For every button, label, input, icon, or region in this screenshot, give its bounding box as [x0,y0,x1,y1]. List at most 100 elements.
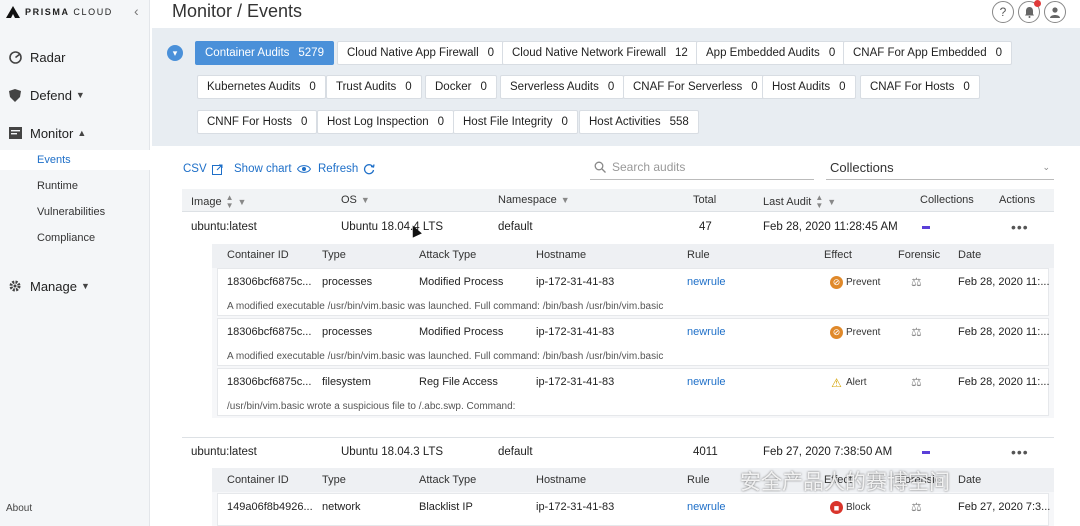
filter-chip[interactable]: CNAF For Hosts 0 [860,75,980,99]
group-total: 47 [699,221,712,233]
filter-chip[interactable]: Host Audits 0 [762,75,856,99]
search-audits-input[interactable] [612,160,802,174]
event-container-id[interactable]: 18306bcf6875c... [227,326,311,338]
filter-icon[interactable]: ▼ [561,195,570,205]
sidebar-item-events[interactable]: Events [37,151,71,169]
monitor-icon [0,127,30,139]
filter-chip[interactable]: Host File Integrity 0 [453,110,578,134]
filter-chip-count: 0 [751,81,758,93]
event-effect: ■ Block [830,501,870,514]
filter-chip[interactable]: Host Activities 558 [579,110,699,134]
sidebar-item-runtime[interactable]: Runtime [37,177,78,195]
event-container-id[interactable]: 149a06f8b4926... [227,501,313,513]
column-os[interactable]: OS ▼ [341,194,370,206]
user-avatar-icon[interactable] [1044,1,1066,23]
nav-manage[interactable]: Manage ▼ [0,275,150,297]
event-container-id[interactable]: 18306bcf6875c... [227,376,311,388]
nav-radar[interactable]: Radar [0,46,150,68]
filter-chip-count: 0 [437,116,445,128]
more-actions-icon[interactable]: ••• [1011,219,1029,235]
refresh-icon [364,164,375,175]
show-chart-button[interactable]: Show chart [234,163,311,175]
filter-chip-count: 12 [675,47,688,59]
filter-chip-count: 0 [309,81,316,93]
csv-export-button[interactable]: CSV [183,163,223,175]
column-image[interactable]: Image ▲ ▼ ▼ [191,194,246,210]
filter-chip[interactable]: Host Log Inspection 0 [317,110,455,134]
nav-monitor[interactable]: Monitor ▲ [0,122,150,144]
filter-chip-count: 5279 [298,47,324,59]
forensic-icon[interactable]: ⚖ [911,375,922,389]
sidebar: PRISMA CLOUD ‹ Radar Defend ▼ Monitor ▲ … [0,0,150,526]
event-rule-link[interactable]: newrule [687,501,726,513]
filter-chip[interactable]: Cloud Native App Firewall 0 [337,41,505,65]
collections-dropdown[interactable]: Collections ⌄ [826,155,1054,180]
filter-chip-count: 0 [480,81,487,93]
sort-icon[interactable]: ▲ ▼ [815,194,823,210]
subcol-rule: Rule [687,474,710,486]
sidebar-item-vulnerabilities[interactable]: Vulnerabilities [37,203,105,221]
filter-chip[interactable]: CNAF For App Embedded 0 [843,41,1012,65]
filter-icon[interactable]: ▼ [361,195,370,205]
column-namespace[interactable]: Namespace ▼ [498,194,570,206]
filter-chip[interactable]: Docker 0 [425,75,497,99]
filter-chip[interactable]: CNAF For Serverless 0 [623,75,768,99]
group-image[interactable]: ubuntu:latest [191,221,257,233]
event-effect-label: Alert [846,377,867,388]
event-hostname: ip-172-31-41-83 [536,326,615,338]
filter-chip-label: CNAF For Hosts [870,81,955,93]
csv-label: CSV [183,163,207,175]
filter-chip[interactable]: CNNF For Hosts 0 [197,110,318,134]
sort-icon[interactable]: ▲ ▼ [226,194,234,210]
forensic-icon[interactable]: ⚖ [911,325,922,339]
filter-chip[interactable]: Serverless Audits 0 [500,75,625,99]
sidebar-item-compliance[interactable]: Compliance [37,229,95,247]
filter-chip[interactable]: Kubernetes Audits 0 [197,75,326,99]
forensic-icon[interactable]: ⚖ [911,500,922,514]
more-actions-icon[interactable]: ••• [1011,444,1029,460]
event-rule-link[interactable]: newrule [687,376,726,388]
subcol-type: Type [322,474,346,486]
filter-chip[interactable]: Container Audits 5279 [195,41,334,65]
filter-chip[interactable]: Trust Audits 0 [326,75,422,99]
refresh-label: Refresh [318,163,359,175]
bell-icon[interactable] [1018,0,1041,23]
help-icon[interactable]: ? [992,1,1014,23]
filter-chip[interactable]: App Embedded Audits 0 [696,41,846,65]
brand-product: CLOUD [73,7,113,17]
filter-chip-label: Kubernetes Audits [207,81,301,93]
filter-icon[interactable]: ▼ [238,197,247,207]
event-date: Feb 28, 2020 11:... [958,276,1050,288]
filter-chip-count: 0 [839,81,846,93]
subcol-attack-type: Attack Type [419,249,477,261]
filter-chip-label: Cloud Native Network Firewall [512,47,667,59]
filter-chip-label: CNAF For App Embedded [853,47,987,59]
event-rule-link[interactable]: newrule [687,326,726,338]
prisma-logo[interactable]: PRISMA CLOUD [6,3,113,21]
filter-toggle-icon[interactable]: ▾ [167,45,183,61]
event-date: Feb 28, 2020 11:... [958,326,1050,338]
collapse-sidebar-icon[interactable]: ‹ [134,3,139,19]
group-os: Ubuntu 18.04.3 LTS [341,446,444,458]
nav-defend[interactable]: Defend ▼ [0,84,150,106]
prevent-icon: ⊘ [830,276,843,289]
event-date: Feb 27, 2020 7:3... [958,501,1051,513]
nav-manage-label: Manage [30,278,77,294]
event-attack-type: Modified Process [419,326,504,338]
column-total-label: Total [693,194,717,206]
about-link[interactable]: About [6,503,32,514]
subcol-attack-type: Attack Type [419,474,477,486]
filter-icon[interactable]: ▼ [827,197,836,207]
event-effect: ⊘ Prevent [830,276,880,289]
group-total: 4011 [693,446,718,458]
filter-chip[interactable]: Cloud Native Network Firewall 12 [502,41,698,65]
group-last-audit: Feb 27, 2020 7:38:50 AM [763,446,893,458]
event-rule-link[interactable]: newrule [687,276,726,288]
group-image[interactable]: ubuntu:latest [191,446,257,458]
event-container-id[interactable]: 18306bcf6875c... [227,276,311,288]
column-last-audit[interactable]: Last Audit ▲ ▼ ▼ [763,194,836,210]
forensic-icon[interactable]: ⚖ [911,275,922,289]
refresh-button[interactable]: Refresh [318,163,375,175]
search-audits-field[interactable] [590,155,814,180]
subcol-container-id: Container ID [227,474,289,486]
